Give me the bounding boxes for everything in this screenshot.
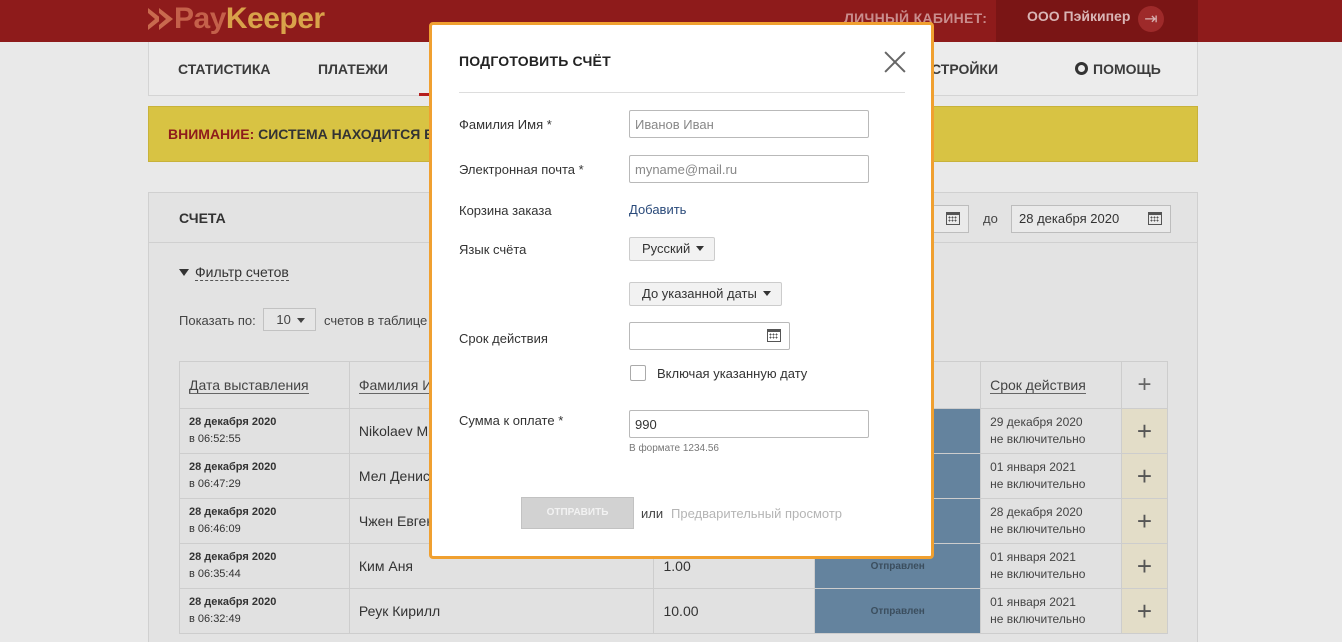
table-row[interactable]: 28 декабря 2020 в 06:32:49 Реук Кирилл 10… — [179, 588, 1168, 634]
nav-item-help[interactable]: ПОМОЩЬ — [1075, 61, 1161, 77]
add-column-button[interactable]: + — [1121, 361, 1168, 409]
cart-add-link[interactable]: Добавить — [629, 202, 686, 217]
email-input[interactable] — [629, 155, 869, 183]
language-label: Язык счёта — [459, 242, 527, 257]
account-box[interactable]: ООО Пэйкипер ⇥ — [996, 0, 1198, 42]
col-term[interactable]: Срок действия — [980, 361, 1123, 409]
calendar-icon[interactable] — [767, 329, 781, 342]
close-icon[interactable] — [883, 50, 907, 74]
calendar-icon[interactable] — [1148, 212, 1162, 225]
col-date[interactable]: Дата выставления — [179, 361, 350, 409]
expand-row-button[interactable]: + — [1121, 588, 1168, 634]
amount-input[interactable] — [629, 410, 869, 438]
chevron-down-icon — [296, 318, 305, 324]
lifebuoy-icon — [1075, 62, 1088, 75]
filter-icon — [179, 268, 189, 276]
date-to-label: до — [983, 211, 998, 226]
show-prefix: Показать по: — [179, 312, 256, 328]
chevron-down-icon — [696, 246, 705, 252]
expand-row-button[interactable]: + — [1121, 498, 1168, 544]
amount-hint: В формате 1234.56 — [629, 443, 719, 454]
language-select[interactable]: Русский — [629, 237, 716, 261]
nav-item-statistics[interactable]: СТАТИСТИКА — [178, 61, 271, 77]
show-suffix: счетов в таблице — [324, 312, 428, 328]
expiry-mode-select[interactable]: До указанной даты — [629, 282, 782, 306]
warning-label: ВНИМАНИЕ: — [168, 126, 255, 142]
expand-row-button[interactable]: + — [1121, 453, 1168, 499]
filter-toggle[interactable]: Фильтр счетов — [179, 264, 289, 281]
panel-title: СЧЕТА — [179, 210, 226, 226]
logo-chevrons-icon — [148, 8, 173, 30]
amount-label: Сумма к оплате * — [459, 413, 564, 428]
page-size-control: Показать по: 10 счетов в таблице — [179, 308, 428, 333]
per-page-select[interactable]: 10 — [263, 308, 317, 331]
include-date-checkbox[interactable] — [630, 365, 646, 381]
name-input[interactable] — [629, 110, 869, 138]
chevron-down-icon — [762, 291, 771, 297]
logout-icon[interactable]: ⇥ — [1138, 6, 1164, 32]
warning-text: СИСТЕМА НАХОДИТСЯ В — [258, 126, 435, 142]
or-text: или — [641, 506, 664, 521]
send-button[interactable]: ОТПРАВИТЬ — [521, 497, 634, 529]
logo-pay-text: Pay — [174, 2, 226, 35]
include-date-label: Включая указанную дату — [657, 366, 808, 381]
paykeeper-logo[interactable]: PayKeeper — [148, 2, 325, 36]
nav-item-settings[interactable]: СТРОЙКИ — [931, 61, 998, 77]
name-label: Фамилия Имя * — [459, 117, 552, 132]
expiry-label: Срок действия — [459, 331, 548, 346]
account-name[interactable]: ООО Пэйкипер — [1027, 8, 1130, 24]
preview-link[interactable]: Предварительный просмотр — [671, 506, 842, 521]
modal-divider — [459, 92, 905, 93]
nav-item-payments[interactable]: ПЛАТЕЖИ — [318, 61, 388, 77]
email-label: Электронная почта * — [459, 162, 584, 177]
date-to-field[interactable]: 28 декабря 2020 — [1011, 205, 1171, 233]
date-to-value: 28 декабря 2020 — [1019, 211, 1120, 226]
cart-label: Корзина заказа — [459, 203, 552, 218]
logo-keeper-text: Keeper — [225, 2, 325, 35]
expiry-date-input[interactable] — [629, 322, 790, 350]
expand-row-button[interactable]: + — [1121, 408, 1168, 454]
modal-title: ПОДГОТОВИТЬ СЧЁТ — [459, 53, 611, 69]
prepare-invoice-modal: ПОДГОТОВИТЬ СЧЁТ Фамилия Имя * Электронн… — [429, 22, 934, 559]
calendar-icon[interactable] — [946, 212, 960, 225]
filter-link[interactable]: Фильтр счетов — [195, 264, 289, 281]
expand-row-button[interactable]: + — [1121, 543, 1168, 589]
status-badge: Отправлен — [814, 588, 982, 634]
